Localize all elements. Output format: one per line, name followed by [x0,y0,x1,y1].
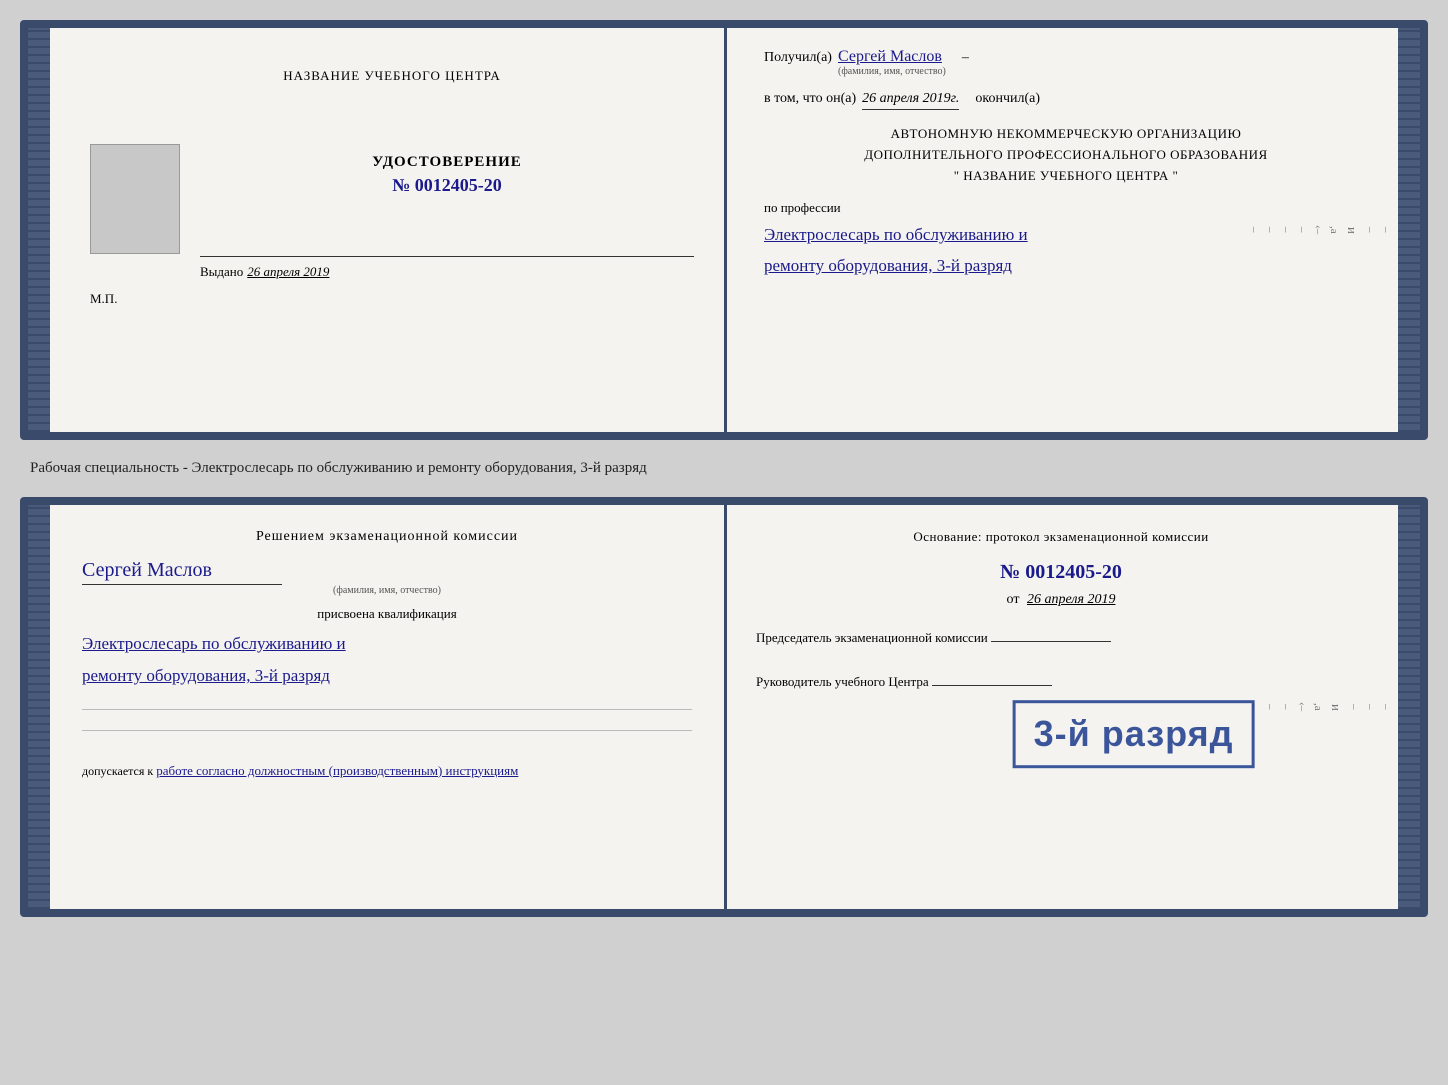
doc1-left-content: УДОСТОВЕРЕНИЕ № 0012405-20 Выдано 26 апр… [90,114,694,281]
dopuskaetsya-prefix: допускается к [82,764,153,778]
poluchil-label: Получил(а) [764,50,832,66]
stamp: 3-й разряд [1013,700,1255,768]
vydano-block: Выдано 26 апреля 2019 [200,256,694,281]
fio-sublabel-1: (фамилия, имя, отчество) [838,66,946,77]
binding-left-1 [28,28,50,432]
photo-placeholder [90,144,180,254]
vydano-label: Выдано [200,264,243,279]
doc1-left-page: НАЗВАНИЕ УЧЕБНОГО ЦЕНТРА УДОСТОВЕРЕНИЕ №… [50,28,734,432]
resheniem-title: Решением экзаменационной комиссии [82,529,692,545]
document-2: Решением экзаменационной комиссии Сергей… [20,497,1428,917]
rukovoditel-sign [932,685,1052,686]
between-label: Рабочая специальность - Электрослесарь п… [20,458,1428,479]
name-handwritten: Сергей Маслов [82,559,692,582]
dopuskaetsya-block: допускается к работе согласно должностны… [82,761,692,782]
udostoverenie-label: УДОСТОВЕРЕНИЕ [200,154,694,171]
binding-left-2 [28,505,50,909]
binding-right-2 [1398,505,1420,909]
predsedatel-label: Председатель экзаменационной комиссии [756,630,988,645]
doc2-right-page: Основание: протокол экзаменационной коми… [724,505,1398,909]
document-1: НАЗВАНИЕ УЧЕБНОГО ЦЕНТРА УДОСТОВЕРЕНИЕ №… [20,20,1428,440]
fio-sublabel-2: (фамилия, имя, отчество) [82,585,692,596]
binding-right-1 [1398,28,1420,432]
sign-lines-block [82,709,692,731]
udost-col: УДОСТОВЕРЕНИЕ № 0012405-20 Выдано 26 апр… [200,114,694,281]
doc1-right-page: Получил(а) Сергей Маслов (фамилия, имя, … [734,28,1398,432]
right-dashes-2: – – – и ,а ‹– – – – [1248,525,1392,889]
vtom-label: в том, что он(а) [764,91,856,107]
poluchil-name-block: Сергей Маслов (фамилия, имя, отчество) [838,48,946,77]
vtom-date: 26 апреля 2019г. [862,91,959,110]
prisvoyena-label: присвоена квалификация [82,606,692,622]
ot-date-val: 26 апреля 2019 [1027,592,1115,607]
name-block-2: Сергей Маслов (фамилия, имя, отчество) [82,559,692,596]
rukovoditel-label: Руководитель учебного Центра [756,674,929,689]
dopuskaetsya-text: работе согласно должностным (производств… [156,763,518,778]
qual-handwritten: Электрослесарь по обслуживанию и ремонту… [82,628,692,693]
vydano-date: 26 апреля 2019 [247,264,329,279]
udostoverenie-num: № 0012405-20 [200,175,694,196]
right-dashes: – – и ,а ‹– – – – – [1248,48,1392,412]
ot-label: от [1007,592,1020,607]
udostoverenie-block: УДОСТОВЕРЕНИЕ № 0012405-20 [200,154,694,196]
doc2-left-page: Решением экзаменационной комиссии Сергей… [50,505,724,909]
page-wrapper: НАЗВАНИЕ УЧЕБНОГО ЦЕНТРА УДОСТОВЕРЕНИЕ №… [20,20,1428,917]
predsedatel-sign [991,641,1111,642]
dash-1: – [962,50,969,66]
mp-label: М.П. [90,291,694,307]
poluchil-name: Сергей Маслов [838,48,942,65]
doc1-center-title: НАЗВАНИЕ УЧЕБНОГО ЦЕНТРА [90,68,694,84]
okonchil-label: окончил(а) [975,91,1040,107]
